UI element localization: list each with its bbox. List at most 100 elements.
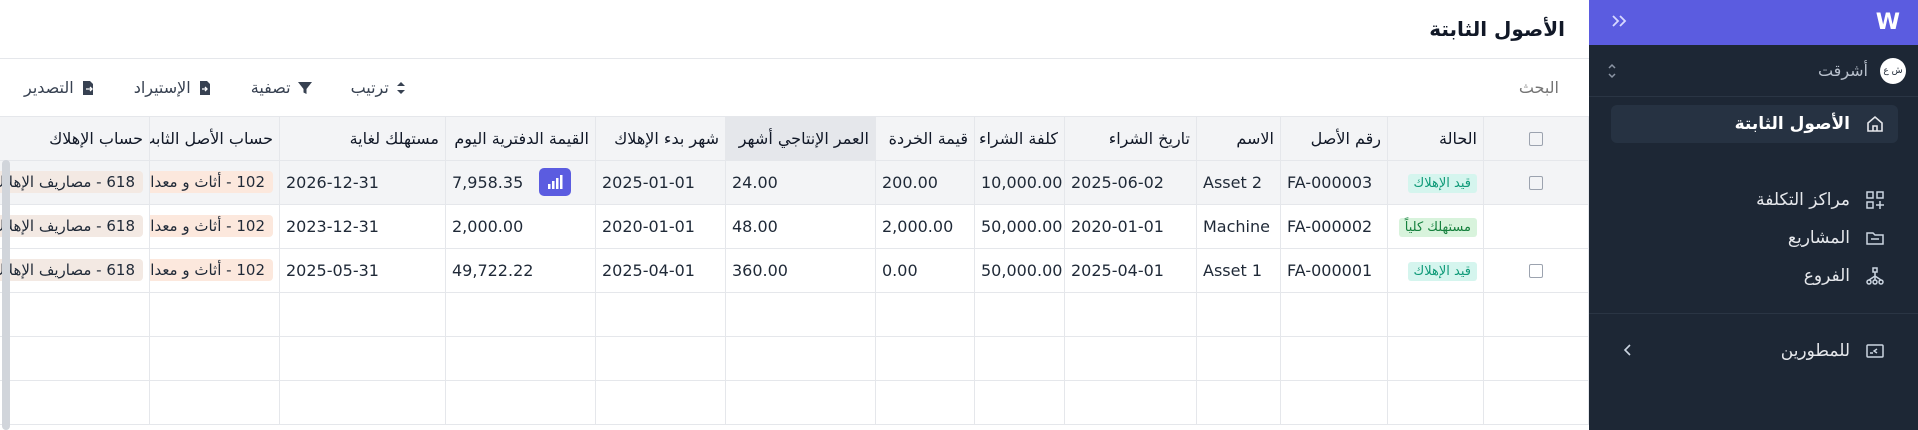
column-header[interactable]: القيمة الدفترية اليوم [445, 117, 596, 161]
column-header[interactable]: حساب الأصل الثابت [149, 117, 280, 161]
sidebar-item-branches[interactable]: الفروع [1611, 257, 1898, 295]
grid-plus-icon [1864, 189, 1886, 211]
sort-button[interactable]: ترتيب [351, 78, 407, 97]
account-pill: 618 - مصاريف الإهلاك [0, 259, 143, 281]
bar-chart-icon [548, 175, 563, 189]
life-months-cell: 24.00 [725, 160, 876, 205]
depreciated-until-cell: 2026-12-31 [279, 160, 446, 205]
account-pill: 102 - أثاث و معدات [149, 259, 273, 281]
asset-name-cell: Machine [1196, 204, 1281, 249]
asset-name-cell: Asset 2 [1196, 160, 1281, 205]
cost-cell: 10,000.00 [974, 160, 1065, 205]
import-button[interactable]: الإستيراد [134, 78, 213, 97]
cost-cell: 50,000.00 [974, 204, 1065, 249]
sidebar: W ش ع أشرقت الأصول الثابتة مراكز التكلفة [1589, 0, 1918, 430]
column-header[interactable]: رقم الأصل [1280, 117, 1388, 161]
horizontal-scrollbar[interactable] [2, 160, 10, 430]
collapse-sidebar-icon[interactable] [1611, 12, 1629, 33]
asset-account-cell: 102 - أثاث و معدات [149, 160, 280, 205]
column-header[interactable]: شهر بدء الإهلاك [595, 117, 726, 161]
dep-start-cell: 2025-04-01 [595, 248, 726, 293]
filter-label: تصفية [250, 78, 291, 97]
purchase-date-cell: 2025-04-01 [1064, 248, 1197, 293]
column-header[interactable]: مستهلك لغاية [279, 117, 446, 161]
book-value-cell: 49,722.22 [445, 248, 596, 293]
status-cell: قيد الإهلاك [1387, 160, 1484, 205]
toolbar: ترتيب تصفية الإستيراد التصدير [0, 59, 1589, 117]
company-avatar: ش ع [1880, 57, 1906, 84]
import-icon [199, 80, 210, 95]
column-header[interactable]: حساب الإهلاك [0, 117, 150, 161]
account-pill: 102 - أثاث و معدات [149, 171, 273, 193]
export-label: التصدير [24, 78, 74, 97]
status-badge: قيد الإهلاك [1407, 261, 1477, 281]
salvage-cell: 200.00 [875, 160, 975, 205]
row-checkbox[interactable] [1483, 160, 1589, 205]
book-value-cell: 2,000.00 [445, 204, 596, 249]
table-row[interactable]: قيد الإهلاك FA-000003 Asset 2 2025-06-02… [0, 160, 1589, 205]
sidebar-item-developers[interactable]: للمطورين [1611, 332, 1898, 370]
sidebar-item-fixed-assets[interactable]: الأصول الثابتة [1611, 105, 1898, 143]
cost-cell: 50,000.00 [974, 248, 1065, 293]
sidebar-item-cost-centers[interactable]: مراكز التكلفة [1611, 181, 1898, 219]
export-button[interactable]: التصدير [24, 78, 96, 97]
import-label: الإستيراد [133, 78, 191, 97]
depreciation-chart-button[interactable] [539, 168, 571, 196]
account-pill: 102 - أثاث و معدات [149, 215, 273, 237]
salvage-cell: 2,000.00 [875, 204, 975, 249]
column-header[interactable]: الحالة [1387, 117, 1484, 161]
sidebar-brand: W [1589, 0, 1918, 45]
column-header[interactable]: الاسم [1196, 117, 1281, 161]
asset-number-cell: FA-000003 [1280, 160, 1388, 205]
select-all-checkbox[interactable] [1483, 117, 1589, 161]
sidebar-item-projects[interactable]: المشاريع [1611, 219, 1898, 257]
table-row[interactable]: قيد الإهلاك FA-000001 Asset 1 2025-04-01… [0, 248, 1589, 293]
column-header[interactable]: كلفة الشراء [974, 117, 1065, 161]
sidebar-item-label: مراكز التكلفة [1756, 190, 1850, 210]
home-icon [1864, 113, 1886, 135]
purchase-date-cell: 2020-01-01 [1064, 204, 1197, 249]
book-value: 7,958.35 [452, 172, 524, 192]
export-icon [82, 80, 93, 95]
toolbar-actions: ترتيب تصفية الإستيراد التصدير [24, 78, 407, 97]
asset-account-cell: 102 - أثاث و معدات [149, 204, 280, 249]
table-header-row: الحالة رقم الأصل الاسم تاريخ الشراء كلفة… [0, 117, 1589, 161]
row-checkbox[interactable] [1483, 248, 1589, 293]
folder-icon [1864, 227, 1886, 249]
account-pill: 618 - مصاريف الإهلاك [0, 215, 143, 237]
asset-name-cell: Asset 1 [1196, 248, 1281, 293]
company-name: أشرقت [1817, 61, 1868, 80]
page-title: الأصول الثابتة [1429, 17, 1565, 41]
page-header: الأصول الثابتة [0, 0, 1589, 59]
sidebar-item-label: للمطورين [1780, 341, 1850, 361]
life-months-cell: 48.00 [725, 204, 876, 249]
column-header[interactable]: تاريخ الشراء [1064, 117, 1197, 161]
sidebar-item-label: الفروع [1803, 266, 1850, 286]
empty-row [0, 380, 1589, 425]
assets-table: الحالة رقم الأصل الاسم تاريخ الشراء كلفة… [0, 117, 1589, 430]
dep-start-cell: 2020-01-01 [595, 204, 726, 249]
status-cell: قيد الإهلاك [1387, 248, 1484, 293]
column-header[interactable]: العمر الإنتاجي أشهر [725, 117, 876, 161]
asset-number-cell: FA-000001 [1280, 248, 1388, 293]
company-switcher[interactable]: ش ع أشرقت [1589, 45, 1918, 97]
purchase-date-cell: 2025-06-02 [1064, 160, 1197, 205]
salvage-cell: 0.00 [875, 248, 975, 293]
dep-account-cell: 618 - مصاريف الإهلاك [0, 160, 150, 205]
depreciated-until-cell: 2025-05-31 [279, 248, 446, 293]
book-value-cell: 7,958.35 [445, 160, 596, 205]
network-icon [1864, 265, 1886, 287]
empty-row [0, 292, 1589, 337]
status-badge: مستهلك كلياً [1398, 217, 1477, 237]
sort-icon [396, 81, 405, 94]
filter-button[interactable]: تصفية [251, 78, 313, 97]
row-checkbox-empty [1483, 204, 1589, 249]
account-pill: 618 - مصاريف الإهلاك [0, 171, 143, 193]
sidebar-divider [1589, 313, 1918, 314]
brand-logo[interactable]: W [1876, 10, 1900, 35]
sort-label: ترتيب [350, 78, 389, 97]
column-header[interactable]: قيمة الخردة [875, 117, 975, 161]
search-input[interactable] [1299, 78, 1559, 97]
table-row[interactable]: مستهلك كلياً FA-000002 Machine 2020-01-0… [0, 204, 1589, 249]
status-cell: مستهلك كلياً [1387, 204, 1484, 249]
